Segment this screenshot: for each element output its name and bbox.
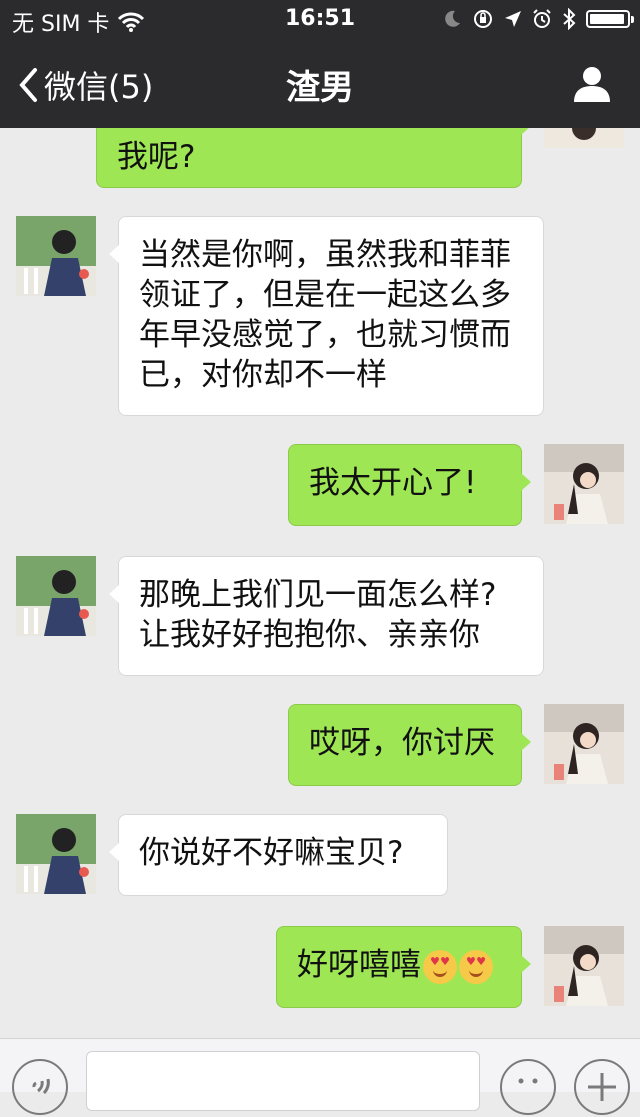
person-icon [574,67,610,102]
status-right [442,8,634,30]
message-row: 好呀嘻嘻 [0,926,640,1008]
message-bubble-them[interactable]: 当然是你啊，虽然我和菲菲 领证了，但是在一起这么多 年早没感觉了，也就习惯而 已… [109,216,544,416]
plus-icon [588,1073,616,1101]
message-bubble-me[interactable]: 我呢? [96,128,531,188]
message-text: 哎呀，你讨厌 [309,725,495,761]
emoji-icon [518,1078,538,1084]
heart-eyes-emoji [423,949,457,984]
message-line: 领证了，但是在一起这么多 [139,277,511,313]
avatar-me[interactable] [544,128,624,148]
emoji-button[interactable] [500,1059,556,1115]
chat-area[interactable]: 我呢? 当然是你啊，虽然我和菲菲 领证了，但是在一起这么多 年早没感觉了，也就习… [0,128,640,1038]
message-text: 我呢? [117,139,196,175]
message-line: 让我好好抱抱你、亲亲你 [139,617,480,653]
message-input[interactable] [86,1051,480,1111]
status-bar: 无 SIM 卡 16:51 [0,0,640,40]
avatar-them[interactable] [16,814,96,894]
message-bubble-me[interactable]: 哎呀，你讨厌 [288,704,531,786]
voice-button[interactable] [12,1059,68,1115]
message-line: 年早没感觉了，也就习惯而 [139,317,511,353]
message-bubble-them[interactable]: 那晚上我们见一面怎么样? 让我好好抱抱你、亲亲你 [109,556,544,676]
avatar-me[interactable] [544,926,624,1006]
chat-profile-button[interactable] [572,64,612,108]
message-text: 好呀嘻嘻 [297,947,421,983]
message-line: 当然是你啊，虽然我和菲菲 [139,237,511,273]
voice-icon [32,1078,50,1095]
moon-icon [445,10,460,27]
message-text: 你说好不好嘛宝贝? [139,835,404,871]
avatar-them[interactable] [16,216,96,296]
message-bubble-me[interactable]: 我太开心了! [288,444,531,526]
location-icon [505,11,521,27]
message-row: 那晚上我们见一面怎么样? 让我好好抱抱你、亲亲你 [0,556,640,676]
rotation-lock-icon [474,10,492,28]
message-bubble-me[interactable]: 好呀嘻嘻 [276,926,531,1008]
alarm-icon [533,9,551,28]
message-row: 当然是你啊，虽然我和菲菲 领证了，但是在一起这么多 年早没感觉了，也就习惯而 已… [0,216,640,416]
message-row: 你说好不好嘛宝贝? [0,814,640,896]
avatar-me[interactable] [544,444,624,524]
avatar-me[interactable] [544,704,624,784]
heart-eyes-emoji [459,949,493,984]
avatar-them[interactable] [16,556,96,636]
message-row: 我太开心了! [0,444,640,526]
message-row: 我呢? [0,128,640,188]
message-row: 哎呀，你讨厌 [0,704,640,786]
nav-bar: 微信(5) 渣男 [0,40,640,128]
message-bubble-them[interactable]: 你说好不好嘛宝贝? [109,814,448,896]
battery-icon [586,10,634,28]
message-line: 那晚上我们见一面怎么样? [139,577,497,613]
more-button[interactable] [574,1059,630,1115]
message-line: 已，对你却不一样 [139,357,387,393]
chat-title: 渣男 [286,68,354,108]
input-bar [0,1038,640,1115]
bluetooth-icon [563,8,576,30]
message-text: 我太开心了! [309,465,477,501]
